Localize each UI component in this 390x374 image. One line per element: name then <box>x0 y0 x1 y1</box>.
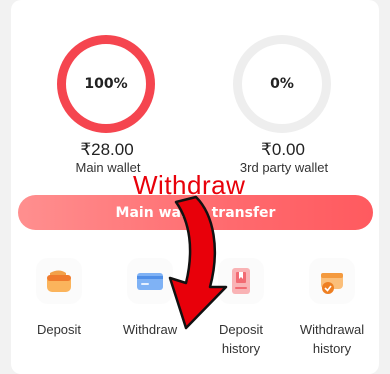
deposit-history-icon <box>232 268 250 294</box>
withdrawal-history-icon <box>321 273 343 294</box>
withdraw-card-icon <box>137 273 163 290</box>
withdraw-annotation-text: Withdraw <box>133 170 246 200</box>
main-wallet-progress-ring: 100% <box>57 35 155 133</box>
withdraw-label: Withdraw <box>122 322 178 337</box>
deposit-label: Deposit <box>36 322 82 337</box>
deposit-history-icon-box <box>218 258 264 304</box>
main-wallet-percent: 100% <box>84 76 128 92</box>
third-party-wallet-progress-ring: 0% <box>233 35 331 133</box>
deposit-action[interactable]: Deposit <box>19 258 99 339</box>
withdraw-action[interactable]: Withdraw <box>110 258 190 339</box>
withdrawal-history-label: Withdrawal history <box>299 322 365 356</box>
third-party-wallet-amount: ₹0.00 <box>261 140 305 159</box>
withdraw-icon-box <box>127 258 173 304</box>
deposit-wallet-icon <box>47 270 71 292</box>
deposit-history-action[interactable]: Deposit history <box>201 258 281 358</box>
deposit-history-label: Deposit history <box>218 322 264 356</box>
withdrawal-history-action[interactable]: Withdrawal history <box>292 258 372 358</box>
withdrawal-history-icon-box <box>309 258 355 304</box>
deposit-icon-box <box>36 258 82 304</box>
main-wallet-amount: ₹28.00 <box>80 140 134 159</box>
third-party-wallet-percent: 0% <box>270 76 294 92</box>
